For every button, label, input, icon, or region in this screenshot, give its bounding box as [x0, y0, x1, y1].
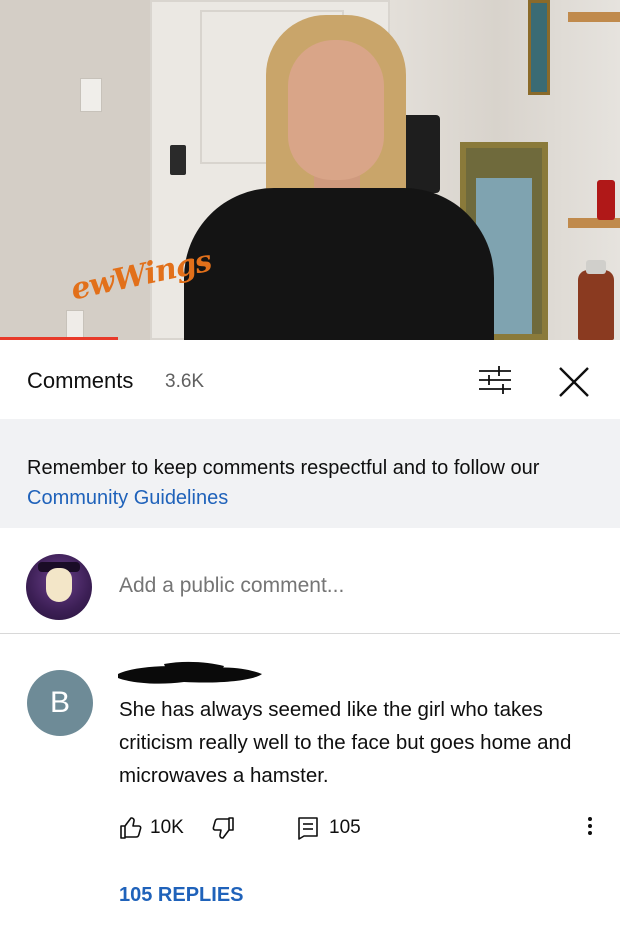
- redacted-username: [118, 661, 262, 684]
- comments-count: 3.6K: [165, 371, 205, 392]
- video-progress-bar[interactable]: [0, 337, 118, 340]
- commenter-avatar[interactable]: B: [27, 670, 93, 736]
- community-guidelines-link[interactable]: Community Guidelines: [27, 487, 228, 509]
- guidelines-message: Remember to keep comments respectful and…: [27, 457, 540, 479]
- guidelines-text: Remember to keep comments respectful and…: [27, 453, 607, 513]
- like-count: 10K: [150, 817, 184, 838]
- avatar: [26, 554, 92, 620]
- thumbs-down-icon: [212, 817, 234, 839]
- add-comment-row: [0, 528, 620, 634]
- reply-count: 105: [329, 817, 361, 838]
- like-button[interactable]: 10K: [119, 810, 199, 844]
- comment-actions: 10K 105: [0, 810, 620, 844]
- comments-title: Comments: [27, 368, 134, 393]
- close-icon[interactable]: [555, 363, 593, 401]
- add-comment-input[interactable]: [119, 574, 579, 598]
- more-vertical-icon[interactable]: [580, 814, 600, 844]
- comment-item: B She has always seemed like the girl wh…: [0, 634, 620, 930]
- wall-outlet: [66, 310, 84, 338]
- video-person: [184, 0, 494, 340]
- dislike-button[interactable]: [211, 810, 241, 844]
- light-switch: [80, 78, 102, 112]
- reply-comment-icon: [298, 817, 318, 840]
- view-replies-link[interactable]: 105 REPLIES: [119, 884, 244, 907]
- picture-frame-top: [528, 0, 550, 95]
- bottle: [578, 260, 614, 340]
- reply-button[interactable]: 105: [297, 810, 367, 844]
- shelf: [568, 12, 620, 22]
- thumbs-up-icon: [120, 817, 142, 839]
- filter-sliders-icon[interactable]: [477, 363, 513, 397]
- comment-text: She has always seemed like the girl who …: [119, 698, 572, 787]
- video-player[interactable]: ewWings: [0, 0, 620, 340]
- comments-header: Comments 3.6K: [0, 343, 620, 417]
- nail-polish-bottle: [597, 180, 615, 220]
- guidelines-banner: Remember to keep comments respectful and…: [0, 419, 620, 528]
